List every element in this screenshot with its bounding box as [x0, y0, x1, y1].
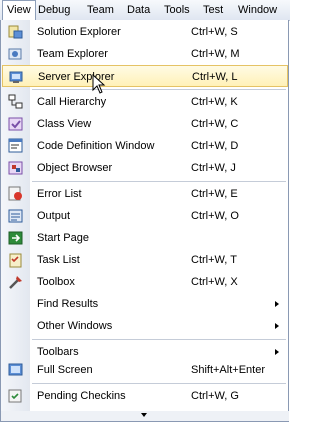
menu-item-label: Other Windows	[37, 320, 113, 332]
menu-item-pending-checkins[interactable]: Pending Checkins Ctrl+W, G	[2, 385, 288, 407]
menu-item-start-page[interactable]: Start Page	[2, 227, 288, 249]
menubar-test[interactable]: Test	[203, 0, 223, 20]
pending-checkins-icon	[8, 389, 22, 403]
submenu-arrow-icon	[275, 301, 279, 307]
solution-explorer-icon	[8, 25, 23, 39]
menu-item-output[interactable]: Output Ctrl+W, O	[2, 205, 288, 227]
menubar-debug[interactable]: Debug	[38, 0, 70, 20]
menu-item-label: Team Explorer	[37, 48, 108, 60]
submenu-arrow-icon	[275, 349, 279, 355]
menu-item-label: Pending Checkins	[37, 390, 126, 402]
menubar-data[interactable]: Data	[127, 0, 150, 20]
class-view-icon	[8, 117, 23, 131]
menu-item-task-list[interactable]: Task List Ctrl+W, T	[2, 249, 288, 271]
full-screen-icon	[8, 363, 23, 376]
menubar-window[interactable]: Window	[238, 0, 277, 20]
menu-separator	[32, 89, 286, 90]
menu-item-shortcut: Ctrl+W, M	[191, 48, 240, 60]
task-list-icon	[9, 253, 22, 268]
menu-item-shortcut: Ctrl+W, L	[192, 71, 238, 83]
menu-item-shortcut: Shift+Alt+Enter	[191, 364, 265, 376]
menu-item-toolbox[interactable]: Toolbox Ctrl+W, X	[2, 271, 288, 293]
output-icon	[8, 209, 23, 223]
menu-item-label: Class View	[37, 118, 92, 130]
mouse-cursor-icon	[92, 74, 106, 94]
menubar-team[interactable]: Team	[87, 0, 114, 20]
menu-item-label: Code Definition Window	[37, 140, 155, 152]
team-explorer-icon	[8, 48, 22, 60]
menu-item-solution-explorer[interactable]: Solution Explorer Ctrl+W, S	[2, 21, 288, 43]
menu-separator	[32, 339, 286, 340]
code-definition-icon	[8, 138, 23, 153]
menu-separator	[32, 181, 286, 182]
chevron-down-icon	[141, 413, 147, 417]
error-list-icon	[8, 186, 22, 201]
menu-item-label: Output	[37, 210, 71, 222]
menu-item-shortcut: Ctrl+W, S	[191, 26, 238, 38]
menu-item-shortcut: Ctrl+W, D	[191, 140, 239, 152]
menu-item-label: Object Browser	[37, 162, 113, 174]
menu-item-error-list[interactable]: Error List Ctrl+W, E	[2, 183, 288, 205]
menu-item-server-explorer[interactable]: Server Explorer Ctrl+W, L	[2, 65, 288, 87]
menu-item-find-results[interactable]: Find Results	[2, 293, 288, 315]
menubar-view[interactable]: View	[2, 0, 36, 20]
menu-item-class-view[interactable]: Class View Ctrl+W, C	[2, 113, 288, 135]
menu-item-shortcut: Ctrl+W, T	[191, 254, 237, 266]
menu-item-shortcut: Ctrl+W, J	[191, 162, 236, 174]
menu-item-other-windows[interactable]: Other Windows	[2, 315, 288, 337]
menu-bar: View Debug Team Data Tools Test Window	[0, 0, 290, 21]
server-explorer-icon	[9, 71, 23, 83]
menu-item-full-screen[interactable]: Full Screen Shift+Alt+Enter	[2, 359, 288, 381]
view-menu: Solution Explorer Ctrl+W, S Team Explore…	[0, 20, 289, 422]
submenu-arrow-icon	[275, 323, 279, 329]
object-browser-icon	[8, 161, 23, 175]
menu-item-code-definition-window[interactable]: Code Definition Window Ctrl+W, D	[2, 135, 288, 157]
menu-expand-button[interactable]	[1, 411, 289, 421]
menu-item-object-browser[interactable]: Object Browser Ctrl+W, J	[2, 157, 288, 179]
menu-item-shortcut: Ctrl+W, G	[191, 390, 239, 402]
start-page-icon	[8, 231, 23, 245]
menu-item-label: Full Screen	[37, 364, 93, 376]
menu-item-shortcut: Ctrl+W, O	[191, 210, 239, 222]
call-hierarchy-icon	[8, 94, 23, 109]
menu-item-label: Error List	[37, 188, 82, 200]
menu-item-label: Toolbox	[37, 276, 75, 288]
menu-item-shortcut: Ctrl+W, C	[191, 118, 239, 130]
menubar-tools[interactable]: Tools	[164, 0, 190, 20]
toolbox-icon	[9, 276, 22, 289]
menu-item-shortcut: Ctrl+W, E	[191, 188, 238, 200]
menu-item-shortcut: Ctrl+W, K	[191, 96, 238, 108]
menu-item-label: Start Page	[37, 232, 89, 244]
menu-item-call-hierarchy[interactable]: Call Hierarchy Ctrl+W, K	[2, 91, 288, 113]
menu-item-shortcut: Ctrl+W, X	[191, 276, 238, 288]
menu-item-team-explorer[interactable]: Team Explorer Ctrl+W, M	[2, 43, 288, 65]
menu-item-label: Find Results	[37, 298, 99, 310]
menu-item-label: Solution Explorer	[37, 26, 121, 38]
menu-separator	[32, 383, 286, 384]
menu-item-label: Task List	[37, 254, 80, 266]
